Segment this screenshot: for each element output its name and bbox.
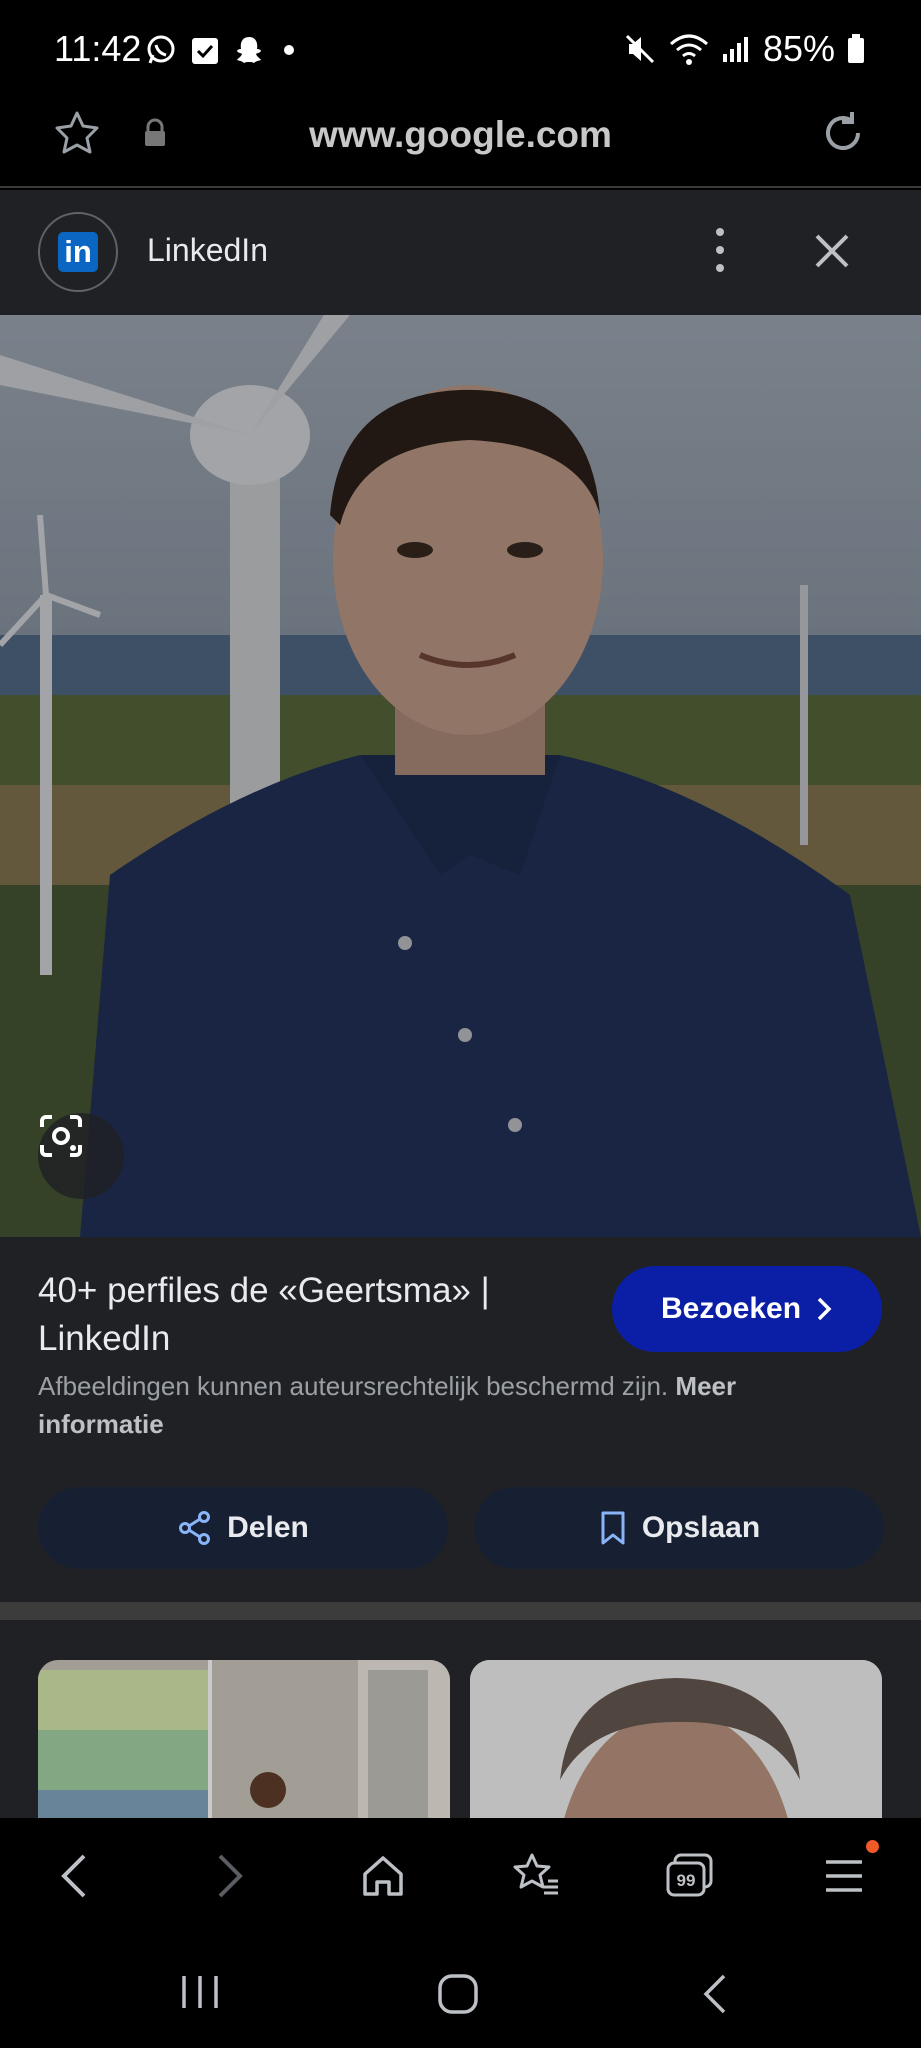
bookmark-icon [601,1511,625,1545]
tabs-icon: 99 [666,1853,713,1897]
system-navigation-bar [0,1934,921,2048]
battery-icon [848,34,864,63]
browser-address-bar: www.google.com [0,100,921,188]
status-time: 11:42 [54,28,142,69]
image-source-bar: in LinkedIn [0,190,921,315]
wifi-icon [669,34,708,65]
back-icon [61,1854,86,1898]
forward-button[interactable] [200,1846,260,1906]
share-icon [179,1511,211,1545]
profile-photo [0,315,921,1237]
snapchat-icon [237,37,261,63]
back-system-icon[interactable] [700,1972,730,2016]
visit-button[interactable]: Bezoeken [612,1266,882,1352]
lens-search-button[interactable] [38,1113,124,1199]
signal-icon [722,37,748,62]
notification-dot [866,1840,879,1853]
share-label: Delen [227,1511,309,1544]
share-button[interactable]: Delen [38,1487,448,1569]
url-text[interactable]: www.google.com [0,114,921,156]
close-icon[interactable] [807,226,857,276]
home-system-icon[interactable] [436,1972,480,2016]
linkedin-icon: in [58,232,98,272]
bookmarks-icon [513,1853,558,1895]
linkedin-logo: in [38,212,118,292]
bookmarks-button[interactable] [506,1846,566,1906]
source-name[interactable]: LinkedIn [147,232,268,269]
dot-icon [284,45,294,55]
result-title[interactable]: 40+ perfiles de «Geertsma» | LinkedIn [38,1267,578,1363]
google-lens-icon [40,1115,82,1157]
tabs-button[interactable]: 99 [660,1846,720,1906]
related-image-thumbnail[interactable] [38,1660,450,1818]
status-bar: 11:42 85% [0,0,921,100]
more-options-icon[interactable] [705,220,735,280]
menu-button[interactable] [814,1846,874,1906]
menu-icon [826,1860,862,1892]
back-button[interactable] [44,1846,104,1906]
related-photo [470,1660,882,1818]
checklist-icon [192,38,218,64]
battery-percentage: 85% [762,28,835,69]
tabs-count: 99 [677,1871,696,1890]
copyright-text: Afbeeldingen kunnen auteursrechtelijk be… [38,1371,669,1401]
copyright-notice: Afbeeldingen kunnen auteursrechtelijk be… [38,1367,858,1443]
related-image-thumbnail[interactable] [470,1660,882,1818]
related-images [0,1620,921,1818]
section-divider [0,1602,921,1620]
mute-icon [625,34,654,64]
save-button[interactable]: Opslaan [474,1487,884,1569]
save-label: Opslaan [641,1511,761,1544]
result-info-panel: 40+ perfiles de «Geertsma» | LinkedIn Be… [0,1237,921,1602]
preview-image[interactable] [0,315,921,1237]
home-button[interactable] [353,1846,413,1906]
whatsapp-icon [147,35,175,64]
related-photo [38,1660,450,1818]
recent-apps-icon[interactable] [178,1972,222,2012]
chevron-right-icon [817,1297,832,1321]
visit-button-label: Bezoeken [660,1292,802,1325]
browser-bottom-toolbar: 99 [0,1818,921,1934]
reload-icon[interactable] [818,108,868,158]
home-icon [363,1856,403,1896]
forward-icon [218,1854,243,1898]
